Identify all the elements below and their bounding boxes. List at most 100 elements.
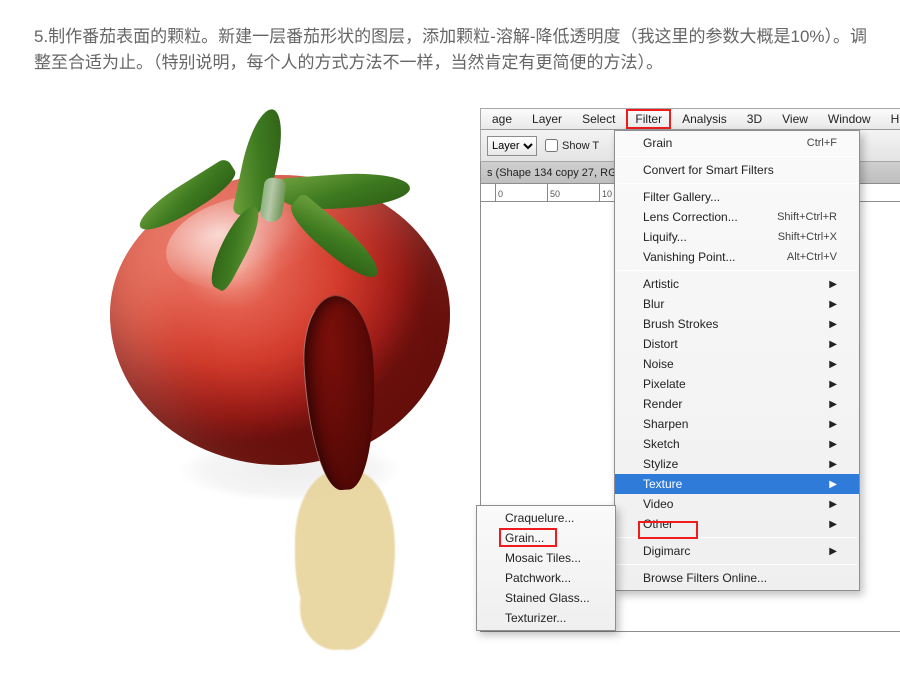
menu-label: Blur: [643, 297, 664, 311]
menu-label: Noise: [643, 357, 674, 371]
submenu-arrow-icon: ▶: [829, 319, 837, 330]
menu-label: Stained Glass...: [505, 591, 590, 605]
texture-grain[interactable]: Grain...: [477, 528, 615, 548]
menu-label: Mosaic Tiles...: [505, 551, 581, 565]
menu-label: Artistic: [643, 277, 679, 291]
filter-convert-smart[interactable]: Convert for Smart Filters: [615, 160, 859, 180]
filter-dropdown: Grain Ctrl+F Convert for Smart Filters F…: [614, 130, 860, 591]
menu-shortcut: Ctrl+F: [807, 137, 837, 149]
texture-mosaic-tiles[interactable]: Mosaic Tiles...: [477, 548, 615, 568]
filter-liquify[interactable]: Liquify... Shift+Ctrl+X: [615, 227, 859, 247]
menu-label: Digimarc: [643, 544, 690, 558]
filter-texture[interactable]: Texture ▶: [615, 474, 859, 494]
menu-label: Pixelate: [643, 377, 686, 391]
ruler-tick: 0: [495, 184, 503, 202]
submenu-arrow-icon: ▶: [829, 459, 837, 470]
submenu-arrow-icon: ▶: [829, 499, 837, 510]
menu-analysis[interactable]: Analysis: [673, 110, 736, 128]
menu-separator: [617, 564, 857, 565]
texture-texturizer[interactable]: Texturizer...: [477, 608, 615, 628]
menu-view[interactable]: View: [773, 110, 817, 128]
submenu-arrow-icon: ▶: [829, 546, 837, 557]
menu-label: Distort: [643, 337, 678, 351]
menu-separator: [617, 183, 857, 184]
menu-label: Video: [643, 497, 673, 511]
layer-mode-select[interactable]: Layer: [487, 136, 537, 156]
menu-help[interactable]: H: [882, 110, 900, 128]
show-transform-input[interactable]: [545, 139, 558, 152]
menu-layer[interactable]: Layer: [523, 110, 571, 128]
menu-label: Craquelure...: [505, 511, 574, 525]
instruction-text: 5.制作番茄表面的颗粒。新建一层番茄形状的图层，添加颗粒-溶解-降低透明度（我这…: [34, 24, 870, 75]
tomato-illustration: [60, 120, 460, 610]
menu-filter[interactable]: Filter: [626, 109, 671, 129]
menu-label: Liquify...: [643, 230, 687, 244]
show-transform-label: Show T: [562, 140, 599, 152]
menu-label: Render: [643, 397, 682, 411]
filter-noise[interactable]: Noise ▶: [615, 354, 859, 374]
menu-window[interactable]: Window: [819, 110, 880, 128]
filter-last-grain[interactable]: Grain Ctrl+F: [615, 133, 859, 153]
filter-digimarc[interactable]: Digimarc ▶: [615, 541, 859, 561]
filter-pixelate[interactable]: Pixelate ▶: [615, 374, 859, 394]
menu-shortcut: Shift+Ctrl+X: [778, 231, 837, 243]
photoshop-panel: age Layer Select Filter Analysis 3D View…: [480, 108, 900, 632]
submenu-arrow-icon: ▶: [829, 419, 837, 430]
menu-label: Vanishing Point...: [643, 250, 736, 264]
menu-label: Brush Strokes: [643, 317, 718, 331]
ruler-tick: 10: [599, 184, 612, 202]
menubar[interactable]: age Layer Select Filter Analysis 3D View…: [480, 108, 900, 130]
menu-label: Grain...: [505, 531, 544, 545]
filter-render[interactable]: Render ▶: [615, 394, 859, 414]
filter-blur[interactable]: Blur ▶: [615, 294, 859, 314]
show-transform-checkbox[interactable]: Show T: [545, 139, 599, 152]
menu-label: Convert for Smart Filters: [643, 163, 774, 177]
menu-label: Grain: [643, 136, 672, 150]
filter-stylize[interactable]: Stylize ▶: [615, 454, 859, 474]
menu-label: Sharpen: [643, 417, 688, 431]
submenu-arrow-icon: ▶: [829, 339, 837, 350]
submenu-arrow-icon: ▶: [829, 439, 837, 450]
menu-label: Stylize: [643, 457, 678, 471]
texture-stained-glass[interactable]: Stained Glass...: [477, 588, 615, 608]
filter-sketch[interactable]: Sketch ▶: [615, 434, 859, 454]
tomato-body: [110, 175, 450, 465]
menu-label: Texture: [643, 477, 682, 491]
texture-patchwork[interactable]: Patchwork...: [477, 568, 615, 588]
menu-3d[interactable]: 3D: [738, 110, 771, 128]
document-tab-label: s (Shape 134 copy 27, RG: [487, 167, 617, 179]
filter-browse-online[interactable]: Browse Filters Online...: [615, 568, 859, 588]
menu-label: Browse Filters Online...: [643, 571, 767, 585]
menu-label: Texturizer...: [505, 611, 566, 625]
texture-craquelure[interactable]: Craquelure...: [477, 508, 615, 528]
filter-video[interactable]: Video ▶: [615, 494, 859, 514]
menu-label: Patchwork...: [505, 571, 571, 585]
ruler-tick: 50: [547, 184, 560, 202]
menu-shortcut: Shift+Ctrl+R: [777, 211, 837, 223]
filter-sharpen[interactable]: Sharpen ▶: [615, 414, 859, 434]
submenu-arrow-icon: ▶: [829, 399, 837, 410]
filter-artistic[interactable]: Artistic ▶: [615, 274, 859, 294]
filter-lens-correction[interactable]: Lens Correction... Shift+Ctrl+R: [615, 207, 859, 227]
submenu-arrow-icon: ▶: [829, 379, 837, 390]
menu-select[interactable]: Select: [573, 110, 624, 128]
menu-label: Sketch: [643, 437, 680, 451]
submenu-arrow-icon: ▶: [829, 359, 837, 370]
filter-other[interactable]: Other▶: [615, 514, 859, 534]
texture-submenu: Craquelure... Grain... Mosaic Tiles... P…: [476, 505, 616, 631]
menu-separator: [617, 270, 857, 271]
menu-label: Filter Gallery...: [643, 190, 720, 204]
menu-separator: [617, 537, 857, 538]
menu-image[interactable]: age: [483, 110, 521, 128]
filter-gallery[interactable]: Filter Gallery...: [615, 187, 859, 207]
filter-vanishing-point[interactable]: Vanishing Point... Alt+Ctrl+V: [615, 247, 859, 267]
submenu-arrow-icon: ▶: [829, 299, 837, 310]
filter-brush-strokes[interactable]: Brush Strokes ▶: [615, 314, 859, 334]
submenu-arrow-icon: ▶: [829, 279, 837, 290]
submenu-arrow-icon: ▶: [829, 479, 837, 490]
filter-distort[interactable]: Distort ▶: [615, 334, 859, 354]
menu-separator: [617, 156, 857, 157]
menu-label: Lens Correction...: [643, 210, 738, 224]
menu-label: Other: [643, 517, 673, 531]
menu-shortcut: Alt+Ctrl+V: [787, 251, 837, 263]
